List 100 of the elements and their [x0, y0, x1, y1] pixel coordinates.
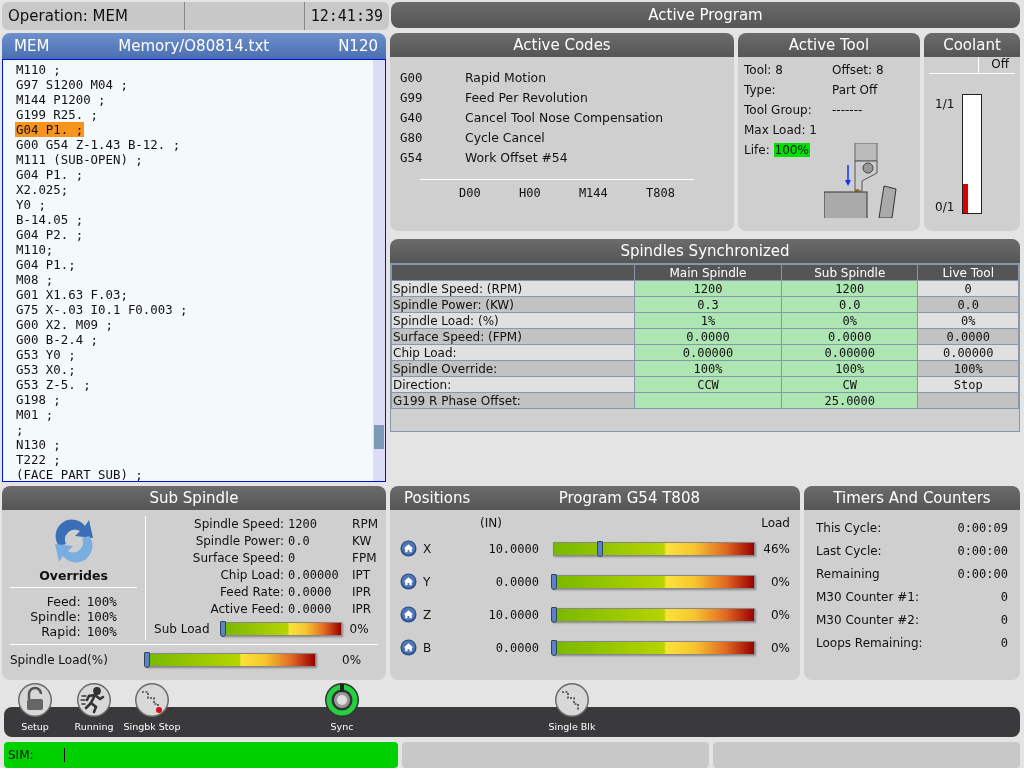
code-line[interactable]: B-14.05 ; [15, 212, 85, 227]
axis-load: 46% [762, 541, 790, 556]
code-line[interactable]: M110; [15, 242, 55, 257]
reading-unit: FPM [352, 550, 378, 567]
toolbar-button[interactable]: Singbk Stop [122, 682, 182, 732]
reading-value: 0.0000 [288, 601, 333, 618]
reading-label: Chip Load: [219, 567, 285, 584]
code-line[interactable]: G53 X0.; [15, 362, 77, 377]
axis-load: 0% [769, 607, 790, 622]
code-description: Rapid Motion [465, 69, 547, 85]
column-header: Main Spindle [634, 264, 782, 281]
active-code: D00 [459, 186, 481, 200]
code-line[interactable]: G04 P2. ; [15, 227, 85, 242]
panel-title: Spindles Synchronized [390, 239, 1020, 263]
home-icon[interactable] [400, 606, 417, 623]
axis-name: X [423, 541, 433, 556]
timer-value: 0 [1000, 635, 1008, 650]
code-line[interactable]: (FACE PART SUB) ; [15, 467, 144, 481]
reading-value: 0 [288, 550, 297, 567]
axis-position: 10.0000 [487, 607, 539, 622]
axis-load: 0% [769, 640, 790, 655]
reading-unit: KW [352, 533, 373, 550]
code-line[interactable]: G198 ; [15, 392, 62, 407]
code-line[interactable]: M01 ; [15, 407, 55, 422]
code-line[interactable]: G04 P1. ; [15, 167, 85, 182]
axis-position: 0.0000 [494, 640, 539, 655]
g-code: G99 [400, 89, 424, 105]
load-reading: 0% [349, 622, 369, 636]
code-line[interactable]: Y0 ; [15, 197, 47, 212]
reading-unit: IPR [352, 584, 373, 601]
home-icon[interactable] [400, 540, 417, 557]
code-description: Feed Per Revolution [465, 89, 588, 105]
column-header: Load [761, 516, 790, 532]
timer-label: Last Cycle: [816, 543, 882, 558]
g-code: G54 [400, 149, 424, 165]
units-label: (IN) [480, 516, 502, 532]
reading-label: Surface Speed: [191, 550, 285, 567]
code-description: Cycle Cancel [465, 129, 545, 145]
panel-title: Sub Spindle [2, 486, 386, 510]
toolbar-button[interactable]: Single Blk [542, 682, 602, 732]
home-icon[interactable] [400, 639, 417, 656]
axis-position: 0.0000 [494, 574, 539, 589]
axis-name: Z [423, 607, 433, 622]
code-line[interactable]: G01 X1.63 F.03; [15, 287, 129, 302]
timer-value: 0 [1000, 612, 1008, 627]
code-line[interactable]: M144 P1200 ; [15, 92, 107, 107]
active-code: M144 [578, 186, 608, 200]
code-line[interactable]: X2.025; [15, 182, 70, 197]
panel-title: Coolant [924, 33, 1020, 57]
steps-icon [554, 682, 590, 718]
runner-icon [76, 682, 112, 718]
toolbar-button[interactable]: Sync [312, 682, 372, 732]
code-line[interactable]: G199 R25. ; [15, 107, 100, 122]
axis-name: B [423, 640, 433, 655]
program-path: Memory/O80814.txt [118, 37, 270, 55]
code-line[interactable]: G04 P1.; [15, 257, 77, 272]
code-description: Cancel Tool Nose Compensation [465, 109, 664, 125]
panel-title: Active Tool [738, 33, 920, 57]
code-line[interactable]: G97 S1200 M04 ; [15, 77, 129, 92]
code-line[interactable]: G53 Z-5. ; [15, 377, 92, 392]
code-line[interactable]: ; [15, 422, 25, 437]
g-code: G40 [400, 109, 424, 125]
program-mode: MEM [14, 37, 50, 55]
timer-value: 0:00:00 [957, 566, 1008, 581]
load-label: Spindle Load(%) [10, 653, 109, 667]
scroll-thumb[interactable] [374, 425, 384, 449]
code-line[interactable]: N130 ; [15, 437, 62, 452]
timer-label: M30 Counter #2: [816, 612, 919, 627]
column-header: Live Tool [917, 264, 1019, 281]
clock: 12:41:39 [309, 7, 384, 25]
code-line[interactable]: G00 B-2.4 ; [15, 332, 100, 347]
override-value: 100% [86, 624, 117, 639]
reading-label: Spindle Speed: [193, 516, 285, 533]
code-description: Work Offset #54 [465, 149, 568, 165]
toolbar-button[interactable]: Running [66, 682, 122, 732]
scrollbar[interactable] [373, 60, 385, 481]
timer-label: Loops Remaining: [816, 635, 923, 650]
reading-value: 0.0 [288, 533, 311, 550]
code-line[interactable]: T222 ; [15, 452, 62, 467]
block-number: N120 [338, 37, 378, 55]
scale-label: 0/1 [935, 200, 955, 214]
override-value: 100% [86, 594, 117, 609]
code-line[interactable]: G00 X2. M09 ; [15, 317, 114, 332]
tool-life: 100% [773, 143, 810, 157]
timer-label: Remaining [816, 566, 880, 581]
code-line[interactable]: G00 G54 Z-1.43 B-12. ; [15, 137, 182, 152]
code-line[interactable]: G75 X-.03 I0.1 F0.003 ; [15, 302, 189, 317]
code-line[interactable]: M111 (SUB-OPEN) ; [15, 152, 144, 167]
code-line[interactable]: G53 Y0 ; [15, 347, 77, 362]
code-line[interactable]: M08 ; [15, 272, 55, 287]
timer-value: 0 [1000, 589, 1008, 604]
reading-unit: RPM [352, 516, 378, 533]
timer-label: M30 Counter #1: [816, 589, 919, 604]
override-label: Feed: [45, 594, 81, 609]
home-icon[interactable] [400, 573, 417, 590]
axis-name: Y [423, 574, 432, 589]
toolbar-button[interactable]: Setup [4, 682, 66, 732]
steps-icon [134, 682, 170, 718]
overrides-title: Overrides [10, 566, 138, 588]
code-line[interactable]: M110 ; [15, 62, 62, 77]
